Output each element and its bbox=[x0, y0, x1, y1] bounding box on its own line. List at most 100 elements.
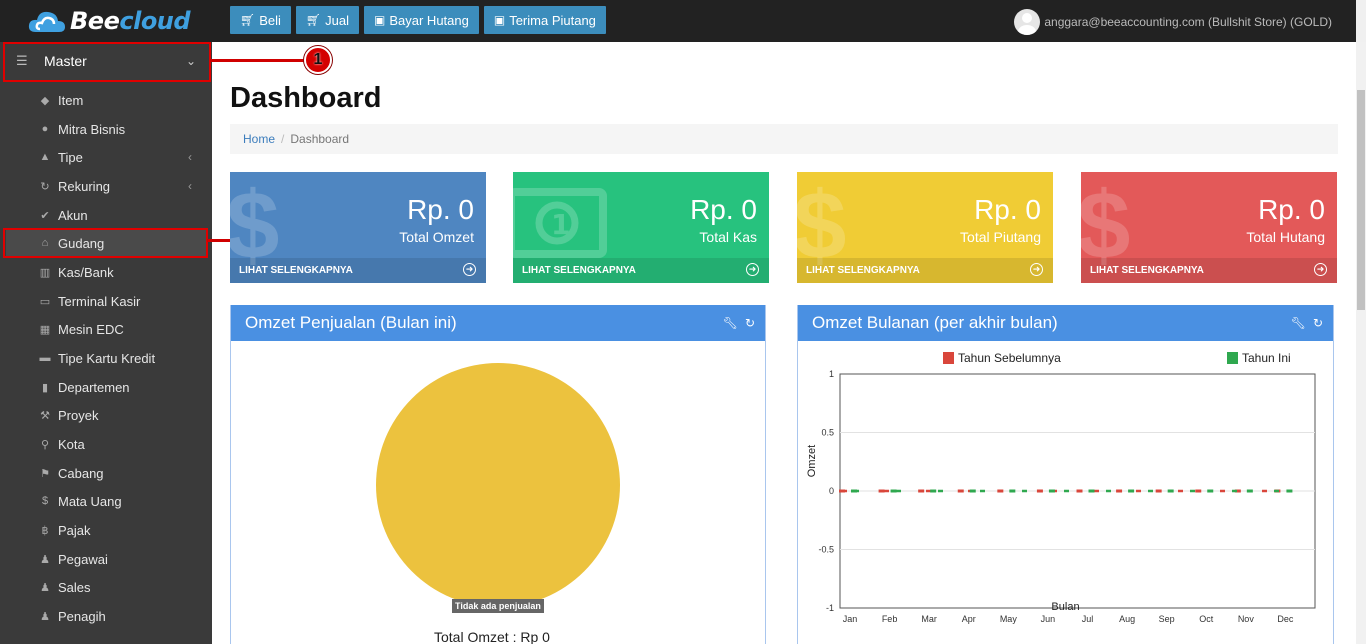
panel-title: Omzet Bulanan (per akhir bulan) bbox=[812, 313, 1058, 332]
sidebar-item-label: Pegawai bbox=[58, 551, 108, 567]
sidebar-item-mesin-edc[interactable]: ▦ Mesin EDC bbox=[36, 316, 206, 342]
logo-text: Beecloud bbox=[70, 7, 191, 35]
x-tick-label: Oct bbox=[1199, 614, 1214, 624]
arrow-circle-right-icon: ➜ bbox=[1030, 263, 1043, 276]
x-tick-label: Jun bbox=[1041, 614, 1056, 624]
refresh-icon[interactable]: ↻ bbox=[745, 316, 755, 330]
scrollbar-top bbox=[1356, 0, 1366, 42]
bayar-hutang-button[interactable]: ▣ Bayar Hutang bbox=[364, 6, 479, 34]
beli-label: Beli bbox=[259, 12, 281, 28]
x-tick-label: May bbox=[1000, 614, 1018, 624]
user-menu[interactable]: anggara@beeaccounting.com (Bullshit Stor… bbox=[1014, 9, 1332, 35]
sidebar-item-kota[interactable]: ⚲ Kota bbox=[36, 431, 206, 457]
wrench-icon[interactable]: 🔧︎ bbox=[1291, 316, 1306, 330]
svg-text:1: 1 bbox=[551, 208, 570, 241]
sidebar-item-label: Sales bbox=[58, 579, 91, 595]
sidebar-item-pajak[interactable]: ฿ Pajak bbox=[36, 517, 206, 543]
sidebar-item-akun[interactable]: ✔ Akun bbox=[36, 202, 206, 228]
tile-value: Rp. 0 bbox=[690, 194, 757, 225]
y-tick-label: -0.5 bbox=[818, 545, 834, 555]
x-tick-label: Aug bbox=[1119, 614, 1135, 624]
beecloud-logo[interactable]: Beecloud bbox=[28, 5, 191, 37]
dollar-icon: $ bbox=[41, 495, 49, 507]
breadcrumb-separator: / bbox=[281, 132, 285, 146]
tile-more-link[interactable]: LIHAT SELENGKAPNYA ➜ bbox=[797, 258, 1053, 283]
tile-more-link[interactable]: LIHAT SELENGKAPNYA ➜ bbox=[230, 258, 486, 283]
tile-more-link[interactable]: LIHAT SELENGKAPNYA ➜ bbox=[1081, 258, 1337, 283]
user-icon: ♟ bbox=[40, 610, 50, 623]
sidebar-item-mitra-bisnis[interactable]: ● Mitra Bisnis bbox=[36, 116, 206, 142]
panel-header: Omzet Bulanan (per akhir bulan) 🔧︎ ↻ bbox=[798, 305, 1333, 341]
sidebar-item-penagih[interactable]: ♟ Penagih bbox=[36, 603, 206, 629]
annotation-marker-1: 1 bbox=[304, 46, 332, 74]
tile-total-kas: 1 Rp. 0 Total Kas LIHAT SELENGKAPNYA ➜ bbox=[513, 172, 769, 283]
terima-piutang-button[interactable]: ▣ Terima Piutang bbox=[483, 6, 606, 34]
sidebar-item-label: Akun bbox=[58, 207, 88, 223]
sidebar-item-label: Pajak bbox=[58, 522, 91, 538]
sidebar-item-mata-uang[interactable]: $ Mata Uang bbox=[36, 488, 206, 514]
tile-value: Rp. 0 bbox=[407, 194, 474, 225]
money-bill-icon: 1 bbox=[513, 188, 607, 258]
top-bar: Beecloud 🛒︎ Beli 🛒︎ Jual ▣ Bayar Hutang … bbox=[0, 0, 1366, 42]
sidebar-item-label: Mesin EDC bbox=[58, 321, 124, 337]
credit-card-icon: ▬ bbox=[39, 352, 51, 364]
sidebar-item-proyek[interactable]: ⚒ Proyek bbox=[36, 402, 206, 428]
y-tick-label: 0.5 bbox=[821, 428, 834, 438]
x-axis-label: Bulan bbox=[1051, 601, 1079, 613]
sidebar: ☰ Master ⌄ ◆ Item ● Mitra Bisnis ▲ Tipe ‹ ↻ Reku… bbox=[0, 42, 212, 644]
tile-total-piutang: $ Rp. 0 Total Piutang LIHAT SELENGKAPNYA… bbox=[797, 172, 1053, 283]
sidebar-item-kas-bank[interactable]: ▥ Kas/Bank bbox=[36, 259, 206, 285]
tile-total-omzet: $ Rp. 0 Total Omzet LIHAT SELENGKAPNYA ➜ bbox=[230, 172, 486, 283]
sidebar-item-label: Proyek bbox=[58, 407, 99, 423]
terima-piutang-label: Terima Piutang bbox=[509, 12, 596, 28]
cube-icon: ◆ bbox=[40, 94, 50, 107]
sidebar-item-sales[interactable]: ♟ Sales bbox=[36, 574, 206, 600]
sidebar-item-label: Mata Uang bbox=[58, 493, 122, 509]
tile-label: Total Kas bbox=[699, 229, 757, 245]
breadcrumb-home-link[interactable]: Home bbox=[243, 132, 275, 146]
tile-value: Rp. 0 bbox=[1258, 194, 1325, 225]
avatar bbox=[1014, 9, 1041, 35]
desktop-icon: ▭ bbox=[39, 295, 51, 308]
x-tick-label: Apr bbox=[962, 614, 976, 624]
panel-omzet-penjualan: Omzet Penjualan (Bulan ini) 🔧︎ ↻ Tidak a… bbox=[230, 305, 766, 644]
building-icon: ▮ bbox=[41, 381, 49, 394]
beli-button[interactable]: 🛒︎ Beli bbox=[230, 6, 291, 34]
tile-more-link[interactable]: LIHAT SELENGKAPNYA ➜ bbox=[513, 258, 769, 283]
sidebar-item-rekuring[interactable]: ↻ Rekuring ‹ bbox=[36, 173, 206, 199]
sidebar-item-label: Rekuring bbox=[58, 178, 111, 194]
sidebar-item-pegawai[interactable]: ♟ Pegawai bbox=[36, 546, 206, 572]
panel-omzet-bulanan: Omzet Bulanan (per akhir bulan) 🔧︎ ↻ Tah… bbox=[797, 305, 1334, 644]
flag-icon: ⚑ bbox=[40, 467, 50, 480]
user-label: anggara@beeaccounting.com (Bullshit Stor… bbox=[1044, 15, 1332, 29]
scrollbar[interactable] bbox=[1356, 42, 1366, 644]
x-tick-label: Nov bbox=[1238, 614, 1255, 624]
sidebar-item-tipe-kartu-kredit[interactable]: ▬ Tipe Kartu Kredit bbox=[36, 345, 206, 371]
scrollbar-thumb[interactable] bbox=[1357, 90, 1365, 310]
sidebar-item-item[interactable]: ◆ Item bbox=[36, 87, 206, 113]
breadcrumb-current: Dashboard bbox=[290, 132, 350, 146]
sidebar-item-departemen[interactable]: ▮ Departemen bbox=[36, 374, 206, 400]
y-tick-label: 0 bbox=[829, 486, 834, 496]
x-tick-label: Jan bbox=[843, 614, 858, 624]
cart-icon: 🛒︎ bbox=[305, 13, 322, 27]
male-icon: ♟ bbox=[40, 581, 50, 594]
page-title: Dashboard bbox=[230, 82, 382, 114]
sidebar-item-cabang[interactable]: ⚑ Cabang bbox=[36, 460, 206, 486]
refresh-icon[interactable]: ↻ bbox=[1313, 316, 1323, 330]
sidebar-item-label: Item bbox=[58, 92, 84, 108]
cloud-logo-icon bbox=[28, 11, 65, 32]
panel-tools: 🔧︎ ↻ bbox=[1291, 316, 1323, 330]
sidebar-item-label: Cabang bbox=[58, 465, 104, 481]
x-tick-label: Sep bbox=[1159, 614, 1175, 624]
arrow-circle-right-icon: ➜ bbox=[1314, 263, 1327, 276]
wrench-icon[interactable]: 🔧︎ bbox=[723, 316, 738, 330]
jual-button[interactable]: 🛒︎ Jual bbox=[295, 6, 360, 34]
sidebar-item-label: Departemen bbox=[58, 379, 130, 395]
panel-title: Omzet Penjualan (Bulan ini) bbox=[245, 313, 457, 332]
sidebar-item-terminal-kasir[interactable]: ▭ Terminal Kasir bbox=[36, 288, 206, 314]
pie-label: Tidak ada penjualan bbox=[452, 599, 544, 613]
sidebar-item-tipe[interactable]: ▲ Tipe ‹ bbox=[36, 144, 206, 170]
line-chart: 1 0.5 0 -0.5 -1 Jan Feb Mar Apr May Jun Jul Aug Sep Oc… bbox=[806, 369, 1316, 624]
top-nav: 🛒︎ Beli 🛒︎ Jual ▣ Bayar Hutang ▣ Terima … bbox=[230, 6, 606, 34]
